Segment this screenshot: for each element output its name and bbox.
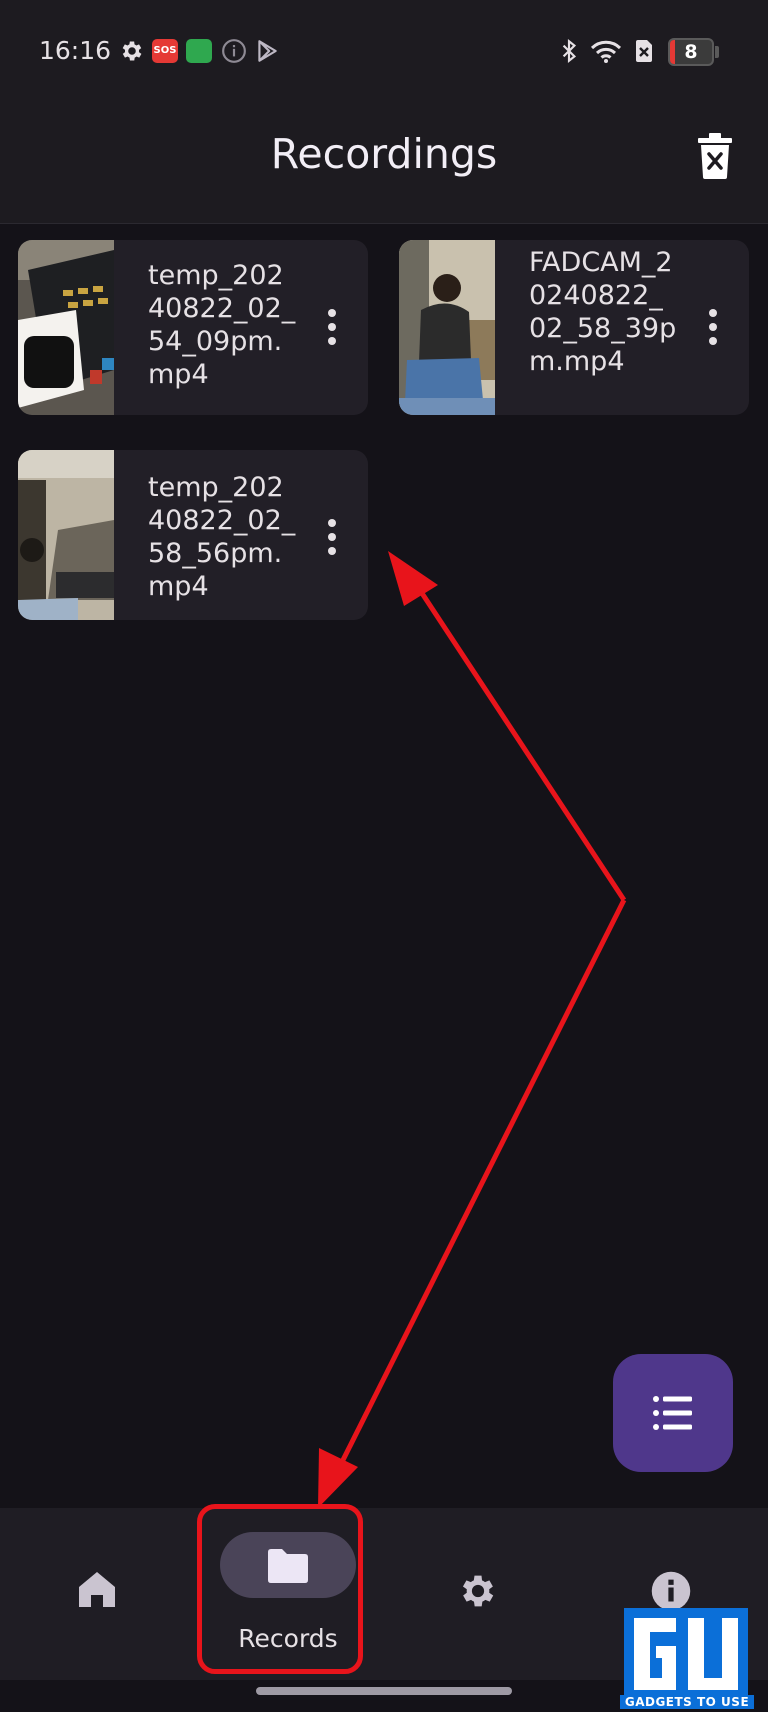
app-bar: Recordings	[0, 104, 768, 224]
home-icon[interactable]	[77, 1570, 117, 1608]
sos-icon: SOS	[152, 39, 178, 63]
status-bar: 16:16 SOS 8	[0, 0, 768, 104]
status-time: 16:16	[39, 36, 112, 65]
video-thumbnail[interactable]	[18, 240, 114, 415]
play-store-icon	[258, 40, 277, 62]
trash-icon[interactable]	[694, 132, 736, 180]
battery-tip	[715, 46, 719, 58]
wifi-icon	[590, 40, 622, 63]
recording-card[interactable]: FADCAM_20240822_02_58_39pm.mp4	[399, 240, 749, 415]
recording-card[interactable]: temp_20240822_02_54_09pm.mp4	[18, 240, 368, 415]
recording-card[interactable]: temp_20240822_02_58_56pm.mp4	[18, 450, 368, 620]
bluetooth-icon	[562, 38, 577, 64]
more-options-icon[interactable]	[697, 303, 729, 351]
more-options-icon[interactable]	[316, 513, 348, 561]
list-fab-button[interactable]	[613, 1354, 733, 1472]
watermark-text: GADGETS TO USE	[620, 1695, 754, 1709]
no-sim-icon	[636, 40, 652, 62]
battery-level: 8	[684, 41, 698, 63]
recording-name[interactable]: temp_20240822_02_58_56pm.mp4	[148, 471, 298, 603]
gear-icon	[122, 41, 142, 61]
recording-name[interactable]: FADCAM_20240822_02_58_39pm.mp4	[529, 246, 679, 378]
annotation-highlight-box	[197, 1504, 363, 1674]
more-options-icon[interactable]	[316, 303, 348, 351]
gear-icon[interactable]	[457, 1570, 499, 1612]
recording-name[interactable]: temp_20240822_02_54_09pm.mp4	[148, 259, 298, 391]
battery-icon: 8	[668, 38, 714, 66]
list-icon	[653, 1396, 692, 1430]
info-icon	[222, 39, 246, 63]
watermark-logo	[624, 1608, 748, 1698]
video-thumbnail[interactable]	[18, 450, 114, 620]
app-store-icon	[186, 39, 212, 63]
page-title: Recordings	[270, 130, 498, 178]
video-thumbnail[interactable]	[399, 240, 495, 415]
home-indicator[interactable]	[256, 1687, 512, 1695]
